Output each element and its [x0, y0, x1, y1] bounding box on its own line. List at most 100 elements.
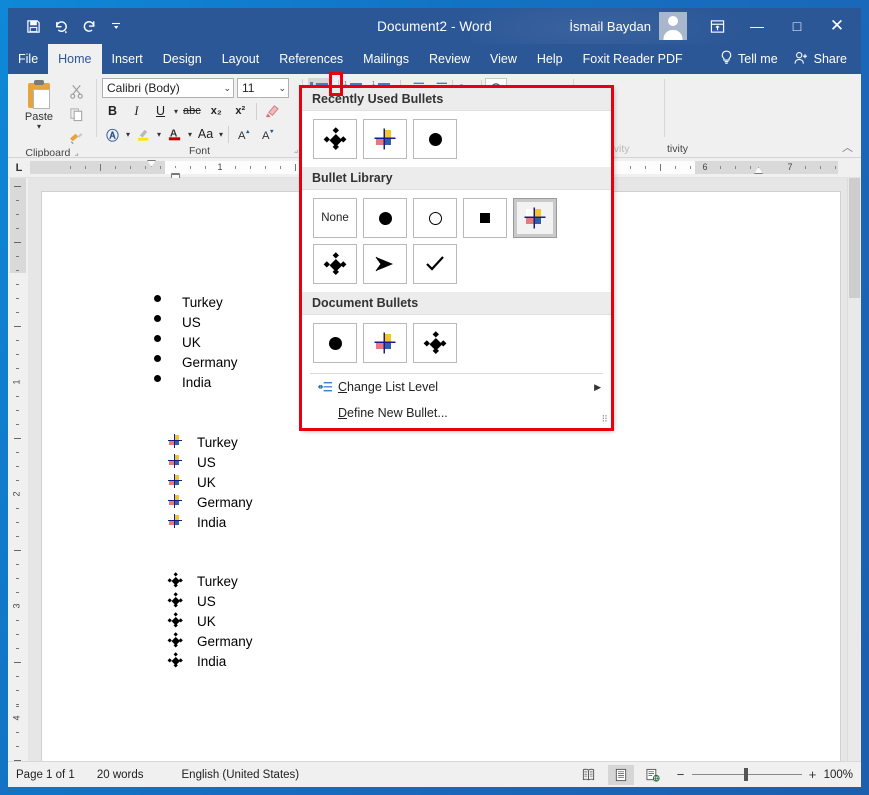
- redo-icon[interactable]: [76, 13, 102, 39]
- print-layout-button[interactable]: [607, 764, 634, 785]
- user-name[interactable]: İsmail Baydan: [569, 19, 651, 34]
- bullet-library-dropdown[interactable]: Recently Used Bullets Bullet Library Non…: [301, 87, 612, 429]
- library-filled-circle-bullet[interactable]: [363, 198, 407, 238]
- bulleted-list-3[interactable]: Turkey US UK Germany India: [167, 572, 253, 674]
- collapse-ribbon-icon[interactable]: ︿: [842, 139, 853, 155]
- change-case-button[interactable]: Aa: [195, 124, 216, 144]
- tell-me-button[interactable]: Tell me: [714, 50, 784, 68]
- document-pinwheel-bullet[interactable]: [363, 323, 407, 363]
- document-filled-circle-bullet[interactable]: [313, 323, 357, 363]
- tab-review[interactable]: Review: [419, 44, 480, 74]
- tab-home[interactable]: Home: [48, 44, 102, 74]
- change-list-level-menu-item[interactable]: Change List Level ▶: [302, 374, 611, 400]
- tab-view[interactable]: View: [480, 44, 527, 74]
- clipboard-dialog-launcher-icon[interactable]: ⟓: [74, 148, 78, 158]
- library-hollow-circle-bullet[interactable]: [413, 198, 457, 238]
- bulleted-list-1[interactable]: Turkey US UK Germany India: [154, 295, 238, 395]
- tab-references[interactable]: References: [269, 44, 353, 74]
- copy-icon[interactable]: [65, 104, 87, 124]
- paste-button[interactable]: Paste ▾: [13, 78, 65, 131]
- list-item[interactable]: Germany: [154, 355, 238, 375]
- clear-formatting-icon[interactable]: [262, 101, 283, 121]
- zoom-in-button[interactable]: +: [808, 767, 818, 782]
- underline-dropdown-caret-icon[interactable]: ▾: [174, 107, 178, 116]
- list-item[interactable]: Germany: [168, 494, 253, 515]
- tab-layout[interactable]: Layout: [212, 44, 270, 74]
- close-button[interactable]: ✕: [817, 11, 857, 41]
- tab-stop-selector[interactable]: L: [8, 158, 30, 178]
- cut-icon[interactable]: [65, 81, 87, 101]
- bulleted-list-2[interactable]: Turkey US UK Germany India: [168, 434, 253, 535]
- bold-button[interactable]: B: [102, 101, 123, 121]
- underline-button[interactable]: U: [150, 101, 171, 121]
- scrollbar-thumb[interactable]: [849, 178, 860, 298]
- library-checkmark-bullet[interactable]: [413, 244, 457, 284]
- library-pinwheel-bullet[interactable]: [513, 198, 557, 238]
- list-item[interactable]: India: [154, 375, 238, 395]
- tab-help[interactable]: Help: [527, 44, 573, 74]
- shrink-font-icon[interactable]: A: [258, 124, 279, 144]
- avatar[interactable]: [659, 12, 687, 40]
- list-item[interactable]: India: [168, 514, 253, 535]
- tab-file[interactable]: File: [8, 44, 48, 74]
- document-diamond-cluster-bullet[interactable]: [413, 323, 457, 363]
- library-arrow-bullet[interactable]: [363, 244, 407, 284]
- highlight-caret-icon[interactable]: ▾: [157, 130, 161, 139]
- font-family-combo[interactable]: Calibri (Body) ⌄: [102, 78, 234, 98]
- zoom-control[interactable]: − + 100%: [672, 767, 853, 782]
- list-item[interactable]: US: [167, 592, 253, 614]
- subscript-button[interactable]: x₂: [206, 101, 227, 121]
- library-none-bullet[interactable]: None: [313, 198, 357, 238]
- zoom-slider[interactable]: [691, 768, 802, 781]
- library-diamond-cluster-bullet[interactable]: [313, 244, 357, 284]
- recent-filled-circle-bullet[interactable]: [413, 119, 457, 159]
- word-count[interactable]: 20 words: [85, 769, 154, 781]
- font-color-icon[interactable]: A: [164, 124, 185, 144]
- zoom-out-button[interactable]: −: [676, 767, 686, 782]
- maximize-button[interactable]: □: [777, 11, 817, 41]
- list-item[interactable]: Turkey: [154, 295, 238, 315]
- paste-dropdown-caret-icon[interactable]: ▾: [37, 123, 41, 131]
- page-info[interactable]: Page 1 of 1: [16, 769, 85, 781]
- zoom-level[interactable]: 100%: [824, 769, 853, 781]
- tab-mailings[interactable]: Mailings: [353, 44, 419, 74]
- chevron-down-icon[interactable]: ⌄: [220, 83, 231, 94]
- list-item[interactable]: India: [167, 652, 253, 674]
- tab-design[interactable]: Design: [153, 44, 212, 74]
- zoom-slider-thumb[interactable]: [743, 768, 748, 781]
- strikethrough-button[interactable]: abc: [181, 101, 203, 121]
- font-size-combo[interactable]: 11 ⌄: [237, 78, 289, 98]
- text-effects-icon[interactable]: Ⓐ: [102, 124, 123, 144]
- minimize-button[interactable]: —: [737, 11, 777, 41]
- tab-insert[interactable]: Insert: [102, 44, 153, 74]
- italic-button[interactable]: I: [126, 101, 147, 121]
- resize-grip-icon[interactable]: ⠿: [601, 414, 608, 425]
- font-dialog-launcher-icon[interactable]: ⟓: [294, 145, 298, 156]
- list-item[interactable]: Turkey: [168, 434, 253, 455]
- chevron-down-icon[interactable]: ⌄: [275, 83, 286, 94]
- recent-pinwheel-bullet[interactable]: [363, 119, 407, 159]
- list-item[interactable]: UK: [168, 474, 253, 495]
- text-effects-caret-icon[interactable]: ▾: [126, 130, 130, 139]
- library-filled-square-bullet[interactable]: [463, 198, 507, 238]
- save-icon[interactable]: [20, 13, 46, 39]
- share-button[interactable]: Share: [788, 51, 853, 68]
- web-layout-button[interactable]: [640, 765, 666, 785]
- list-item[interactable]: Turkey: [167, 572, 253, 594]
- undo-icon[interactable]: [48, 13, 74, 39]
- recent-diamond-cluster-bullet[interactable]: [313, 119, 357, 159]
- format-painter-icon[interactable]: [65, 127, 87, 147]
- superscript-button[interactable]: x²: [230, 101, 251, 121]
- vertical-scrollbar[interactable]: [847, 178, 861, 761]
- grow-font-icon[interactable]: A: [234, 124, 255, 144]
- vertical-ruler[interactable]: 1 2 3 4: [8, 178, 28, 761]
- list-item[interactable]: Germany: [167, 632, 253, 654]
- language-indicator[interactable]: English (United States): [154, 769, 310, 781]
- list-item[interactable]: US: [168, 454, 253, 475]
- define-new-bullet-menu-item[interactable]: Define New Bullet...: [302, 400, 611, 426]
- read-mode-button[interactable]: [576, 765, 602, 785]
- customize-qat-icon[interactable]: [104, 13, 130, 39]
- list-item[interactable]: UK: [167, 612, 253, 634]
- change-case-caret-icon[interactable]: ▾: [219, 130, 223, 139]
- text-highlight-icon[interactable]: [133, 124, 154, 144]
